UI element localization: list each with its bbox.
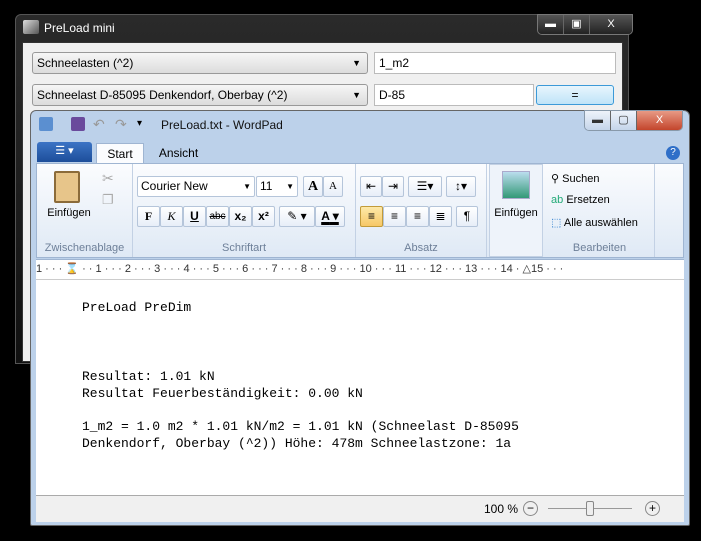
font-color-button[interactable]: A ▾ — [315, 206, 345, 227]
insert-button[interactable]: Einfügen — [490, 207, 542, 219]
group-label: Zwischenablage — [44, 242, 125, 254]
list-icon[interactable]: ☰▾ — [408, 176, 442, 197]
replace-icon: ab — [551, 194, 564, 206]
wordpad-window: ↶ ↷ ▾ PreLoad.txt - WordPad ▬ ▢ X ☰ ▾ St… — [30, 110, 690, 526]
status-bar: 100 % − + — [36, 495, 684, 522]
insert-group: Einfügen — [489, 164, 543, 257]
edit-group: ⚲ Suchen ab Ersetzen ⬚ Alle auswählen Be… — [545, 164, 655, 257]
minimize-button[interactable]: ▬ — [585, 111, 611, 130]
chevron-down-icon: ▼ — [352, 90, 361, 100]
select-all-label: Alle auswählen — [563, 217, 638, 229]
group-label: Schriftart — [221, 242, 266, 254]
name-input[interactable]: 1_m2 — [374, 52, 616, 74]
ruler[interactable]: 1 · · · ⌛ · · 1 · · · 2 · · · 3 · · · 4 … — [36, 259, 684, 279]
doc-line: Denkendorf, Oberbay (^2)) Höhe: 478m Sch… — [82, 436, 512, 451]
font-size-select[interactable]: 11 ▼ — [256, 176, 298, 197]
find-label: Suchen — [562, 173, 600, 185]
search-input[interactable]: D-85 — [374, 84, 534, 106]
tab-ansicht[interactable]: Ansicht — [151, 143, 206, 164]
select-all-icon: ⬚ — [551, 217, 562, 229]
close-button[interactable]: X — [590, 15, 632, 34]
font-family-value: Courier New — [141, 179, 208, 193]
shrink-font-button[interactable]: A — [323, 176, 343, 197]
paragraph-group: ⇤ ⇥ ☰▾ ↕▾ ≡ ≡ ≡ ≣ ¶ Absatz — [356, 164, 487, 257]
tab-start[interactable]: Start — [96, 143, 144, 164]
italic-button[interactable]: K — [160, 206, 183, 227]
highlight-color-button[interactable]: ✎ ▾ — [279, 206, 315, 227]
underline-button[interactable]: U — [183, 206, 206, 227]
grow-font-button[interactable]: A — [303, 176, 323, 197]
doc-line: PreLoad PreDim — [82, 300, 192, 315]
find-button[interactable]: ⚲ Suchen — [551, 172, 599, 185]
doc-line: 1_m2 = 1.0 m2 * 1.01 kN/m2 = 1.01 kN (Sc… — [82, 419, 519, 434]
minimize-button[interactable]: ▬ — [538, 15, 564, 34]
cut-icon[interactable]: ✂ — [102, 170, 114, 187]
doc-line: Resultat: 1.01 kN — [82, 369, 215, 384]
align-left-icon[interactable]: ≡ — [360, 206, 383, 227]
category-value: Schneelasten (^2) — [37, 56, 134, 70]
font-group: Courier New ▼ 11 ▼ A A F K U abc x₂ x² ✎ ▾… — [133, 164, 356, 257]
location-value: Schneelast D-85095 Denkendorf, Oberbay (… — [37, 88, 288, 102]
document-area[interactable]: PreLoad PreDim Resultat: 1.01 kN Resulta… — [36, 279, 684, 495]
paste-icon[interactable] — [54, 171, 80, 203]
binoculars-icon: ⚲ — [551, 173, 560, 185]
window-title: PreLoad.txt - WordPad — [161, 118, 283, 132]
doc-line: Resultat Feuerbeständigkeit: 0.00 kN — [82, 386, 363, 401]
select-all-button[interactable]: ⬚ Alle auswählen — [551, 216, 638, 229]
help-icon[interactable]: ? — [666, 146, 680, 160]
maximize-button[interactable]: ▢ — [611, 111, 637, 130]
location-combo[interactable]: Schneelast D-85095 Denkendorf, Oberbay (… — [32, 84, 368, 106]
app-icon — [23, 20, 39, 34]
caption-buttons: ▬ ▣ X — [537, 14, 633, 35]
clipboard-group: Einfügen ✂ ❐ Zwischenablage — [37, 164, 133, 257]
replace-button[interactable]: ab Ersetzen — [551, 194, 610, 206]
zoom-level: 100 % — [484, 502, 519, 516]
superscript-button[interactable]: x² — [252, 206, 275, 227]
caption-buttons: ▬ ▢ X — [584, 110, 683, 131]
wordpad-icon — [39, 117, 53, 131]
line-spacing-icon[interactable]: ↕▾ — [446, 176, 476, 197]
bold-button[interactable]: F — [137, 206, 160, 227]
subscript-button[interactable]: x₂ — [229, 206, 252, 227]
chevron-down-icon: ▼ — [352, 58, 361, 68]
align-center-icon[interactable]: ≡ — [383, 206, 406, 227]
increase-indent-icon[interactable]: ⇥ — [382, 176, 404, 197]
customize-toolbar-icon[interactable]: ▾ — [137, 117, 151, 131]
copy-icon[interactable]: ❐ — [102, 192, 114, 208]
zoom-slider-thumb[interactable] — [586, 501, 594, 516]
font-family-select[interactable]: Courier New ▼ — [137, 176, 255, 197]
ribbon: Einfügen ✂ ❐ Zwischenablage Courier New ▼… — [36, 163, 684, 258]
strikethrough-button[interactable]: abc — [206, 206, 229, 227]
replace-label: Ersetzen — [566, 194, 610, 206]
undo-icon[interactable]: ↶ — [93, 117, 107, 131]
maximize-button[interactable]: ▣ — [564, 15, 590, 34]
picture-icon[interactable] — [502, 171, 530, 199]
zoom-in-button[interactable]: + — [645, 501, 660, 516]
group-label: Bearbeiten — [572, 242, 627, 254]
group-label: Absatz — [404, 242, 438, 254]
application-menu-button[interactable]: ☰ ▾ — [37, 142, 92, 162]
align-right-icon[interactable]: ≡ — [406, 206, 429, 227]
category-combo[interactable]: Schneelasten (^2) ▼ — [32, 52, 368, 74]
equals-button[interactable]: = — [536, 85, 614, 105]
window-title: PreLoad mini — [44, 21, 115, 35]
font-size-value: 11 — [260, 179, 273, 193]
decrease-indent-icon[interactable]: ⇤ — [360, 176, 382, 197]
redo-icon[interactable]: ↷ — [115, 117, 129, 131]
font-color-label: A — [321, 209, 330, 223]
paste-button[interactable]: Einfügen — [45, 207, 93, 219]
paragraph-icon[interactable]: ¶ — [456, 206, 478, 227]
zoom-out-button[interactable]: − — [523, 501, 538, 516]
justify-icon[interactable]: ≣ — [429, 206, 452, 227]
save-icon[interactable] — [71, 117, 85, 131]
close-button[interactable]: X — [637, 111, 682, 130]
